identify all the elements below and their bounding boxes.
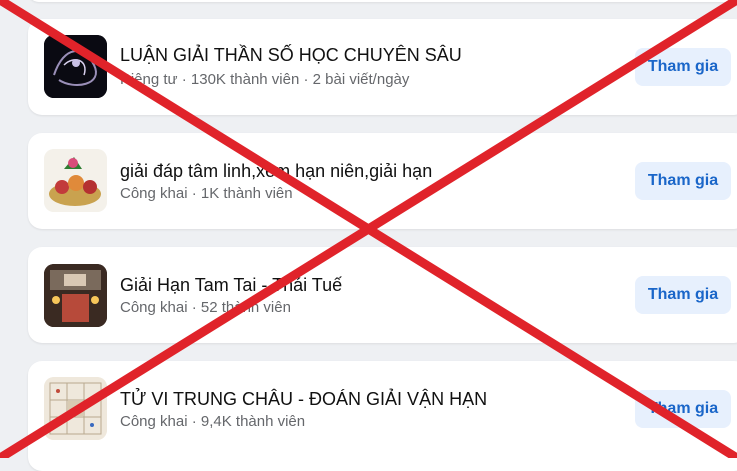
group-title[interactable]: Giải Hạn Tam Tai - Thái Tuế: [120, 275, 342, 296]
join-button[interactable]: Tham gia: [635, 390, 731, 428]
group-title[interactable]: TỬ VI TRUNG CHÂU - ĐOÁN GIẢI VẬN HẠN: [120, 389, 487, 410]
join-button[interactable]: Tham gia: [635, 162, 731, 200]
group-thumbnail[interactable]: [44, 149, 107, 212]
previous-group-card: [28, 0, 737, 2]
group-thumbnail[interactable]: [44, 264, 107, 327]
join-button[interactable]: Tham gia: [635, 276, 731, 314]
group-thumbnail[interactable]: [44, 377, 107, 440]
group-card[interactable]: giải đáp tâm linh,xem hạn niên,giải hạn …: [28, 133, 737, 229]
join-button[interactable]: Tham gia: [635, 48, 731, 86]
group-card[interactable]: Giải Hạn Tam Tai - Thái Tuế Công khai · …: [28, 247, 737, 343]
group-meta: Riêng tư · 130K thành viên · 2 bài viết/…: [120, 71, 410, 88]
group-thumbnail[interactable]: [44, 35, 107, 98]
group-title[interactable]: LUẬN GIẢI THẦN SỐ HỌC CHUYÊN SÂU: [120, 45, 462, 66]
group-card[interactable]: LUẬN GIẢI THẦN SỐ HỌC CHUYÊN SÂU Riêng t…: [28, 19, 737, 115]
group-meta: Công khai · 52 thành viên: [120, 299, 291, 316]
group-meta: Công khai · 1K thành viên: [120, 185, 293, 202]
group-meta: Công khai · 9,4K thành viên: [120, 413, 306, 430]
group-card[interactable]: TỬ VI TRUNG CHÂU - ĐOÁN GIẢI VẬN HẠN Côn…: [28, 361, 737, 471]
group-title[interactable]: giải đáp tâm linh,xem hạn niên,giải hạn: [120, 161, 432, 182]
